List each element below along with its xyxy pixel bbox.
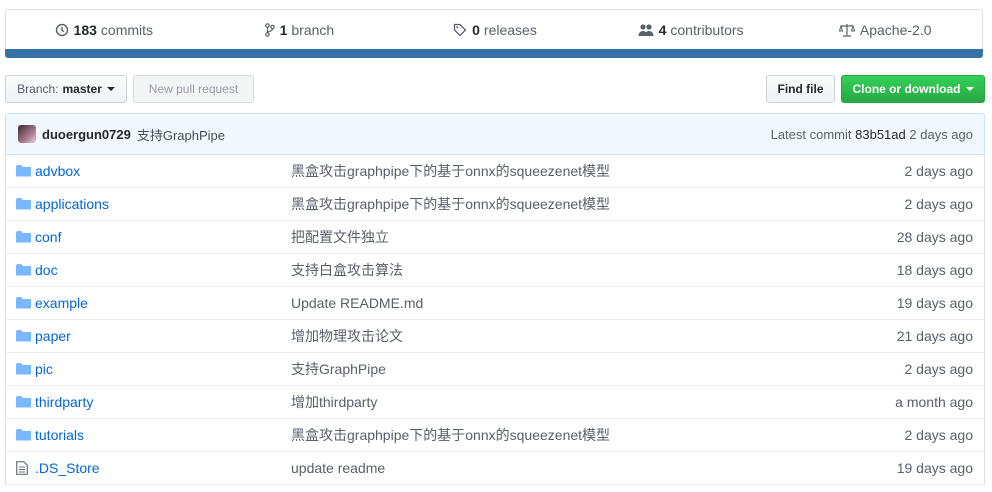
- file-commit-message[interactable]: 黑盒攻击graphpipe下的基于onnx的squeezenet模型: [291, 425, 610, 445]
- commit-author[interactable]: duoergun0729: [42, 127, 131, 142]
- license-link[interactable]: Apache-2.0: [788, 10, 982, 49]
- latest-commit-prefix: Latest commit: [770, 126, 852, 142]
- releases-count: 0: [472, 21, 480, 38]
- branches-count: 1: [279, 21, 288, 38]
- dropdown-caret-icon: [106, 87, 115, 91]
- folder-icon: [16, 297, 31, 309]
- file-age: 2 days ago: [904, 163, 974, 179]
- branch-prefix: Branch:: [17, 82, 59, 96]
- file-age: 21 days ago: [896, 328, 973, 344]
- folder-icon: [16, 330, 31, 342]
- clone-download-button[interactable]: Clone or download: [841, 75, 985, 103]
- file-name-link[interactable]: .DS_Store: [35, 460, 100, 476]
- file-name-link[interactable]: tutorials: [35, 427, 84, 443]
- file-commit-message[interactable]: 黑盒攻击graphpipe下的基于onnx的squeezenet模型: [291, 194, 610, 214]
- table-row: .DS_Store update readme 19 days ago: [6, 452, 984, 485]
- file-commit-message[interactable]: 支持白盒攻击算法: [291, 260, 403, 280]
- tag-icon: [453, 23, 467, 36]
- folder-icon: [16, 231, 31, 243]
- file-commit-message[interactable]: 增加物理攻击论文: [291, 326, 403, 346]
- file-name-link[interactable]: applications: [35, 196, 109, 212]
- table-row: pic 支持GraphPipe 2 days ago: [6, 353, 984, 386]
- clone-label: Clone or download: [852, 82, 961, 96]
- branch-select-button[interactable]: Branch: master: [5, 75, 127, 103]
- people-icon: [638, 23, 654, 36]
- file-age: 2 days ago: [904, 427, 974, 443]
- avatar[interactable]: [18, 125, 36, 143]
- table-row: thirdparty 增加thirdparty a month ago: [6, 386, 984, 419]
- file-commit-message[interactable]: update readme: [291, 460, 385, 476]
- find-file-button[interactable]: Find file: [766, 75, 835, 103]
- file-age: a month ago: [895, 394, 973, 410]
- clone-caret-icon: [965, 87, 974, 91]
- commits-link[interactable]: 183 commits: [6, 10, 202, 49]
- table-row: advbox 黑盒攻击graphpipe下的基于onnx的squeezenet模…: [6, 155, 984, 188]
- folder-icon: [16, 165, 31, 177]
- folder-icon: [16, 198, 31, 210]
- file-age: 28 days ago: [896, 229, 973, 245]
- commit-age: 2 days ago: [909, 126, 973, 142]
- table-row: paper 增加物理攻击论文 21 days ago: [6, 320, 984, 353]
- folder-icon: [16, 264, 31, 276]
- table-row: conf 把配置文件独立 28 days ago: [6, 221, 984, 254]
- contributors-label: contributors: [670, 21, 744, 38]
- license-label: Apache-2.0: [859, 21, 932, 38]
- commits-count: 183: [73, 21, 97, 38]
- file-age: 18 days ago: [896, 262, 973, 278]
- branches-link[interactable]: 1 branch: [202, 10, 398, 49]
- file-icon: [16, 461, 28, 475]
- file-commit-message[interactable]: 增加thirdparty: [291, 392, 377, 412]
- file-name-link[interactable]: advbox: [35, 163, 80, 179]
- file-name-link[interactable]: doc: [35, 262, 58, 278]
- file-age: 19 days ago: [896, 460, 973, 476]
- folder-icon: [16, 396, 31, 408]
- file-age: 2 days ago: [904, 196, 974, 212]
- file-age: 19 days ago: [896, 295, 973, 311]
- latest-commit-info: Latest commit 83b51ad 2 days ago: [771, 127, 973, 142]
- commits-label: commits: [100, 21, 154, 38]
- file-name-link[interactable]: paper: [35, 328, 71, 344]
- folder-icon: [16, 429, 31, 441]
- file-name-link[interactable]: conf: [35, 229, 61, 245]
- file-commit-message[interactable]: Update README.md: [291, 295, 423, 311]
- folder-icon: [16, 363, 31, 375]
- latest-commit-bar: duoergun0729 支持GraphPipe Latest commit 8…: [5, 113, 985, 155]
- file-commit-message[interactable]: 黑盒攻击graphpipe下的基于onnx的squeezenet模型: [291, 161, 610, 181]
- branch-icon: [264, 22, 275, 37]
- commit-sha[interactable]: 83b51ad: [855, 127, 906, 142]
- file-commit-message[interactable]: 支持GraphPipe: [291, 359, 386, 379]
- language-bar[interactable]: [5, 49, 983, 58]
- releases-link[interactable]: 0 releases: [397, 10, 593, 49]
- file-age: 2 days ago: [904, 361, 974, 377]
- table-row: example Update README.md 19 days ago: [6, 287, 984, 320]
- contributors-link[interactable]: 4 contributors: [593, 10, 789, 49]
- contributors-count: 4: [658, 21, 667, 38]
- file-name-link[interactable]: pic: [35, 361, 53, 377]
- history-icon: [55, 23, 68, 36]
- table-row: doc 支持白盒攻击算法 18 days ago: [6, 254, 984, 287]
- repo-summary-bar: 183 commits 1 branch 0 releases 4 contri…: [5, 9, 983, 49]
- table-row: tutorials 黑盒攻击graphpipe下的基于onnx的squeezen…: [6, 419, 984, 452]
- branch-name: master: [62, 82, 102, 96]
- file-name-link[interactable]: thirdparty: [35, 394, 93, 410]
- file-name-link[interactable]: example: [35, 295, 88, 311]
- commit-message[interactable]: 支持GraphPipe: [137, 125, 225, 144]
- table-row: applications 黑盒攻击graphpipe下的基于onnx的squee…: [6, 188, 984, 221]
- law-icon: [838, 23, 855, 37]
- file-list: advbox 黑盒攻击graphpipe下的基于onnx的squeezenet模…: [5, 155, 985, 485]
- branches-label: branch: [291, 21, 335, 38]
- new-pull-request-button[interactable]: New pull request: [133, 75, 254, 103]
- releases-label: releases: [483, 21, 537, 38]
- file-commit-message[interactable]: 把配置文件独立: [291, 227, 389, 247]
